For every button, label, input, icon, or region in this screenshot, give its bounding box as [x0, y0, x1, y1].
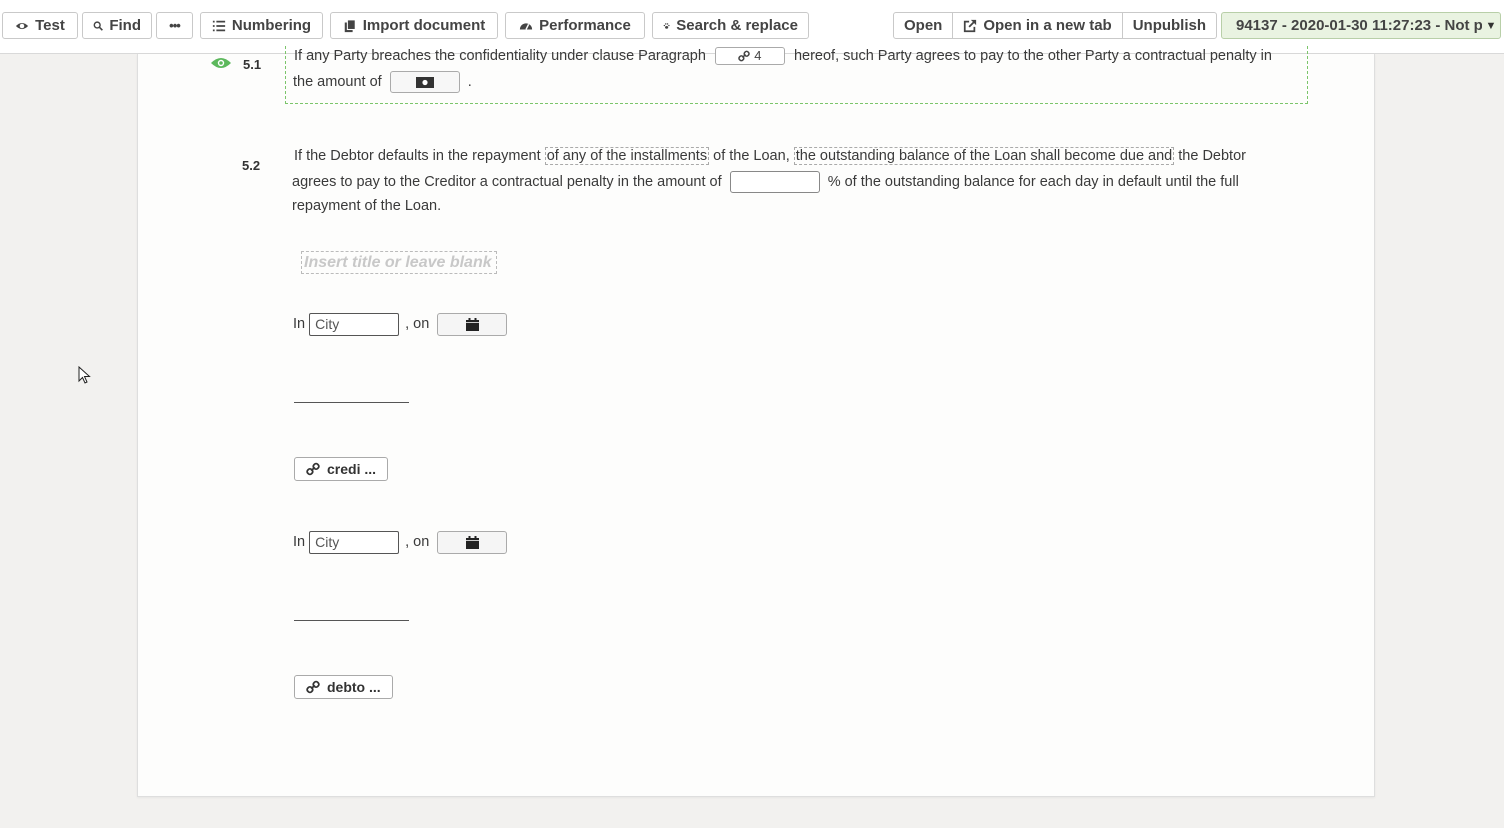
- clause-5-2-line-2: agrees to pay to the Creditor a contract…: [292, 171, 1239, 193]
- paragraph-reference-chip[interactable]: 4: [714, 47, 785, 66]
- clause-5-1-text-b: hereof, such Party agrees to pay to the …: [793, 48, 1272, 64]
- link-icon: [306, 680, 320, 694]
- test-label: Test: [35, 17, 65, 34]
- clause-5-2-text-a: If the Debtor defaults in the repayment: [294, 148, 541, 164]
- on-label: , on: [405, 316, 430, 332]
- open-label: Open: [904, 17, 943, 34]
- link-icon: [306, 462, 320, 476]
- test-button[interactable]: Test: [2, 12, 78, 39]
- version-select[interactable]: 94137 - 2020-01-30 11:27:23 - Not publis…: [1221, 12, 1501, 39]
- open-new-tab-label: Open in a new tab: [983, 17, 1112, 34]
- signature-line-2: [294, 620, 409, 621]
- clause-5-2-text-b: of the Loan,: [713, 148, 790, 164]
- debtor-party-chip[interactable]: debto ...: [294, 675, 393, 699]
- chevron-down-icon: ▼: [1485, 19, 1497, 32]
- place-date-row-2: In , on: [293, 530, 508, 554]
- import-label: Import document: [362, 17, 486, 34]
- more-button[interactable]: •••: [156, 12, 193, 39]
- open-new-tab-button[interactable]: Open in a new tab: [953, 13, 1123, 38]
- optional-text-outstanding-balance[interactable]: the outstanding balance of the Loan shal…: [793, 147, 1175, 165]
- amount-field[interactable]: [389, 71, 460, 93]
- clause-5-1-line-1: If any Party breaches the confidentialit…: [294, 46, 1272, 66]
- external-link-icon: [964, 19, 977, 32]
- creditor-party-label: credi ...: [327, 461, 377, 477]
- performance-label: Performance: [539, 17, 631, 34]
- mouse-cursor-icon: [78, 366, 91, 384]
- clause-5-1-text-a: If any Party breaches the confidentialit…: [294, 48, 706, 64]
- open-button[interactable]: Open: [894, 13, 954, 38]
- publish-actions-group: Open Open in a new tab Unpublish: [893, 12, 1218, 39]
- find-label: Find: [109, 17, 141, 34]
- document-body: 5.1 If any Party breaches the confidenti…: [138, 46, 1374, 796]
- document-page: 5.1 If any Party breaches the confidenti…: [137, 46, 1375, 797]
- import-document-button[interactable]: Import document: [330, 12, 498, 39]
- clause-number-5-1: 5.1: [243, 57, 262, 72]
- list-icon: [212, 20, 226, 31]
- city-input-2[interactable]: [309, 530, 400, 554]
- eye-icon[interactable]: [210, 56, 232, 70]
- date-picker-1[interactable]: [437, 312, 508, 336]
- optional-text-installments[interactable]: of any of the installments: [544, 147, 710, 165]
- city-input-1[interactable]: [309, 312, 400, 336]
- search-icon: [93, 20, 103, 31]
- clause-5-2-text-d: agrees to pay to the Creditor a contract…: [292, 173, 722, 190]
- clause-number-5-2: 5.2: [242, 158, 261, 173]
- gauge-icon: [520, 22, 533, 30]
- numbering-button[interactable]: Numbering: [200, 12, 323, 39]
- clause-5-2-text-c: the Debtor: [1178, 148, 1246, 164]
- calendar-icon: [465, 535, 479, 549]
- on-label: , on: [405, 534, 430, 550]
- in-label: In: [293, 316, 306, 332]
- money-icon: [415, 76, 434, 88]
- place-date-row-1: In , on: [293, 312, 508, 336]
- clause-5-2-line-3: repayment of the Loan.: [292, 198, 442, 214]
- find-button[interactable]: Find: [82, 12, 152, 39]
- clause-5-1-text-d: .: [467, 73, 472, 90]
- date-picker-2[interactable]: [437, 530, 508, 554]
- creditor-party-chip[interactable]: credi ...: [294, 457, 389, 481]
- version-value: 94137 - 2020-01-30 11:27:23 - Not publis…: [1236, 17, 1482, 34]
- unpublish-button[interactable]: Unpublish: [1123, 13, 1216, 38]
- search-replace-button[interactable]: Search & replace: [652, 12, 809, 39]
- numbering-label: Numbering: [231, 17, 312, 34]
- clause-5-1-text-c: the amount of: [293, 73, 382, 90]
- more-label: •••: [169, 18, 181, 33]
- paragraph-reference-value: 4: [754, 48, 762, 64]
- penalty-percent-input[interactable]: [729, 171, 820, 193]
- performance-button[interactable]: Performance: [505, 12, 645, 39]
- calendar-icon: [465, 317, 479, 331]
- paw-icon: [663, 22, 670, 29]
- signature-line-1: [294, 402, 409, 403]
- clause-5-2-line-1: If the Debtor defaults in the repayment …: [294, 146, 1246, 166]
- link-icon: [738, 50, 751, 62]
- debtor-party-label: debto ...: [327, 679, 381, 695]
- clause-5-1-line-2: the amount of .: [293, 71, 472, 93]
- unpublish-label: Unpublish: [1132, 17, 1207, 34]
- file-import-icon: [344, 18, 356, 32]
- title-placeholder[interactable]: Insert title or leave blank: [301, 251, 497, 274]
- eye-icon: [16, 22, 29, 29]
- search-replace-label: Search & replace: [676, 17, 798, 34]
- in-label: In: [293, 534, 306, 550]
- clause-5-2-text-e: % of the outstanding balance for each da…: [827, 173, 1239, 190]
